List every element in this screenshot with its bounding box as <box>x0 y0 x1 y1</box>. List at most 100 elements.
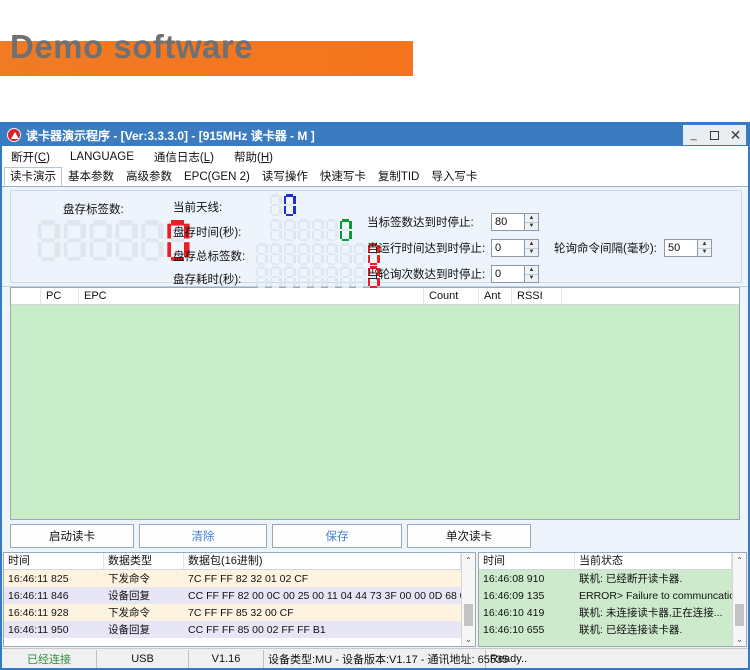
menu-item-disconnect[interactable]: 断开(C) <box>11 149 50 165</box>
poll-interval-row: 轮询命令间隔(毫秒): 50 ▲ ▼ <box>554 239 712 257</box>
poll-interval-input[interactable]: 50 <box>664 239 697 257</box>
tab-epc-gen2[interactable]: EPC(GEN 2) <box>178 167 256 186</box>
poll-interval-label: 轮询命令间隔(毫秒): <box>554 243 657 255</box>
log-time: 16:46:09 135 <box>483 589 545 602</box>
start-read-button[interactable]: 启动读卡 <box>10 524 134 548</box>
minimize-icon[interactable]: _ <box>683 125 704 145</box>
tag-list-table[interactable]: PC EPC Count Ant RSSI <box>10 287 740 520</box>
tab-copy-tid[interactable]: 复制TID <box>372 167 426 186</box>
inventory-stats-panel: 盘存标签数: 当前天线: 盘存时间(秒): 盘存总标签数: 盘存耗时(秒): 当… <box>2 187 748 288</box>
status-column-time[interactable]: 时间 <box>479 553 575 569</box>
tab-fast-write[interactable]: 快速写卡 <box>314 167 372 186</box>
seven-segment-digit <box>325 243 338 265</box>
log-state: ERROR> Failure to communcation ... <box>579 589 732 602</box>
status-column-state[interactable]: 当前状态 <box>575 553 732 569</box>
stop-on-tag-count-stepper[interactable]: 80 ▲ ▼ <box>491 213 539 231</box>
column-header-epc[interactable]: EPC <box>79 288 424 304</box>
stop-on-tag-count-buttons[interactable]: ▲ ▼ <box>524 213 539 231</box>
column-header-ant[interactable]: Ant <box>479 288 512 304</box>
menu-accel: H <box>260 151 270 164</box>
menu-item-language[interactable]: LANGUAGE <box>70 151 134 163</box>
stop-on-rounds-input[interactable]: 0 <box>491 265 524 283</box>
log-row[interactable]: 16:46:11 825 下发命令 7C FF FF 82 32 01 02 C… <box>4 570 461 587</box>
column-header-rssi[interactable]: RSSI <box>512 288 562 304</box>
status-log-rows[interactable]: 16:46:08 910 联机: 已经断开读卡器. 16:46:09 135 E… <box>479 570 732 646</box>
log-type: 设备回复 <box>108 624 150 636</box>
seven-segment-digit <box>325 266 338 288</box>
menu-item-comm-log[interactable]: 通信日志(L) <box>154 149 214 165</box>
scroll-down-icon[interactable]: ⌄ <box>462 632 475 646</box>
scroll-thumb[interactable] <box>735 604 744 626</box>
tag-list-body[interactable] <box>11 305 739 519</box>
log-time: 16:46:10 655 <box>483 623 545 636</box>
stop-on-runtime-stepper[interactable]: 0 ▲ ▼ <box>491 239 539 257</box>
application-window: 读卡器演示程序 - [Ver:3.3.3.0] - [915MHz 读卡器 - … <box>0 122 750 670</box>
stop-on-rounds-buttons[interactable]: ▲ ▼ <box>524 265 539 283</box>
spinner-down-icon[interactable]: ▼ <box>525 275 538 283</box>
column-header-pc[interactable]: PC <box>41 288 79 304</box>
seven-segment-digit <box>283 194 296 216</box>
seven-segment-digit <box>114 220 138 261</box>
close-icon[interactable]: ✕ <box>725 125 746 145</box>
comm-log-rows[interactable]: 16:46:11 825 下发命令 7C FF FF 82 32 01 02 C… <box>4 570 461 646</box>
stop-on-runtime-buttons[interactable]: ▲ ▼ <box>524 239 539 257</box>
spinner-down-icon[interactable]: ▼ <box>525 223 538 231</box>
comm-log-scrollbar[interactable]: ⌃ ⌄ <box>461 553 475 646</box>
spinner-up-icon[interactable]: ▲ <box>525 266 538 275</box>
spinner-up-icon[interactable]: ▲ <box>698 240 711 249</box>
maximize-icon[interactable] <box>704 125 725 145</box>
menu-label: 断开 <box>11 151 34 164</box>
stop-on-rounds-stepper[interactable]: 0 ▲ ▼ <box>491 265 539 283</box>
scroll-down-icon[interactable]: ⌄ <box>733 632 746 646</box>
column-header-index[interactable] <box>11 288 41 304</box>
menu-bar: 断开(C) LANGUAGE 通信日志(L) 帮助(H) <box>2 146 748 167</box>
tab-basic-params[interactable]: 基本参数 <box>62 167 120 186</box>
scroll-thumb[interactable] <box>464 604 473 626</box>
spinner-up-icon[interactable]: ▲ <box>525 240 538 249</box>
stop-on-rounds-label: 当轮询次数达到时停止: <box>367 269 486 281</box>
seven-segment-digit <box>339 243 352 265</box>
stop-on-runtime-input[interactable]: 0 <box>491 239 524 257</box>
tag-count-label: 盘存标签数: <box>63 204 124 216</box>
promo-title: Demo software <box>10 28 254 65</box>
comm-column-type[interactable]: 数据类型 <box>104 553 184 569</box>
log-row[interactable]: 16:46:10 419 联机: 未连接读卡器,正在连接... <box>479 604 732 621</box>
clear-button[interactable]: 清除 <box>139 524 267 548</box>
spinner-down-icon[interactable]: ▼ <box>698 249 711 257</box>
tab-advanced-params[interactable]: 高级参数 <box>120 167 178 186</box>
tab-import-write[interactable]: 导入写卡 <box>425 167 483 186</box>
comm-column-data[interactable]: 数据包(16进制) <box>184 553 461 569</box>
log-row[interactable]: 16:46:08 910 联机: 已经断开读卡器. <box>479 570 732 587</box>
log-type: 设备回复 <box>108 590 150 602</box>
single-read-button[interactable]: 单次读卡 <box>407 524 531 548</box>
stats-group-box: 盘存标签数: 当前天线: 盘存时间(秒): 盘存总标签数: 盘存耗时(秒): 当… <box>10 190 742 288</box>
comm-column-time[interactable]: 时间 <box>4 553 104 569</box>
spinner-down-icon[interactable]: ▼ <box>525 249 538 257</box>
save-button[interactable]: 保存 <box>272 524 402 548</box>
tab-read-write[interactable]: 读写操作 <box>256 167 314 186</box>
inventory-time-label: 盘存时间(秒): <box>173 227 242 239</box>
poll-interval-stepper[interactable]: 50 ▲ ▼ <box>664 239 712 257</box>
column-header-count[interactable]: Count <box>424 288 479 304</box>
menu-item-help[interactable]: 帮助(H) <box>234 149 273 165</box>
log-state: 联机: 已经断开读卡器. <box>579 573 683 585</box>
status-log-scrollbar[interactable]: ⌃ ⌄ <box>732 553 746 646</box>
log-row[interactable]: 16:46:11 846 设备回复 CC FF FF 82 00 0C 00 2… <box>4 587 461 604</box>
stop-on-tag-count-input[interactable]: 80 <box>491 213 524 231</box>
title-bar: 读卡器演示程序 - [Ver:3.3.3.0] - [915MHz 读卡器 - … <box>2 124 748 146</box>
spinner-up-icon[interactable]: ▲ <box>525 214 538 223</box>
menu-label: 通信日志 <box>153 151 200 164</box>
software-version: V1.16 <box>189 649 264 668</box>
log-row[interactable]: 16:46:10 655 联机: 已经连接读卡器. <box>479 621 732 638</box>
scroll-track[interactable] <box>733 567 746 632</box>
scroll-up-icon[interactable]: ⌃ <box>733 553 746 567</box>
tab-read-demo[interactable]: 读卡演示 <box>4 167 62 186</box>
status-log-panel: 时间 当前状态 16:46:08 910 联机: 已经断开读卡器. 16:46:… <box>478 552 747 647</box>
scroll-track[interactable] <box>462 567 475 632</box>
log-row[interactable]: 16:46:09 135 ERROR> Failure to communcat… <box>479 587 732 604</box>
poll-interval-buttons[interactable]: ▲ ▼ <box>697 239 712 257</box>
log-row[interactable]: 16:46:11 928 下发命令 7C FF FF 85 32 00 CF <box>4 604 461 621</box>
scroll-up-icon[interactable]: ⌃ <box>462 553 475 567</box>
log-time: 16:46:08 910 <box>483 572 545 585</box>
log-row[interactable]: 16:46:11 950 设备回复 CC FF FF 85 00 02 FF F… <box>4 621 461 638</box>
